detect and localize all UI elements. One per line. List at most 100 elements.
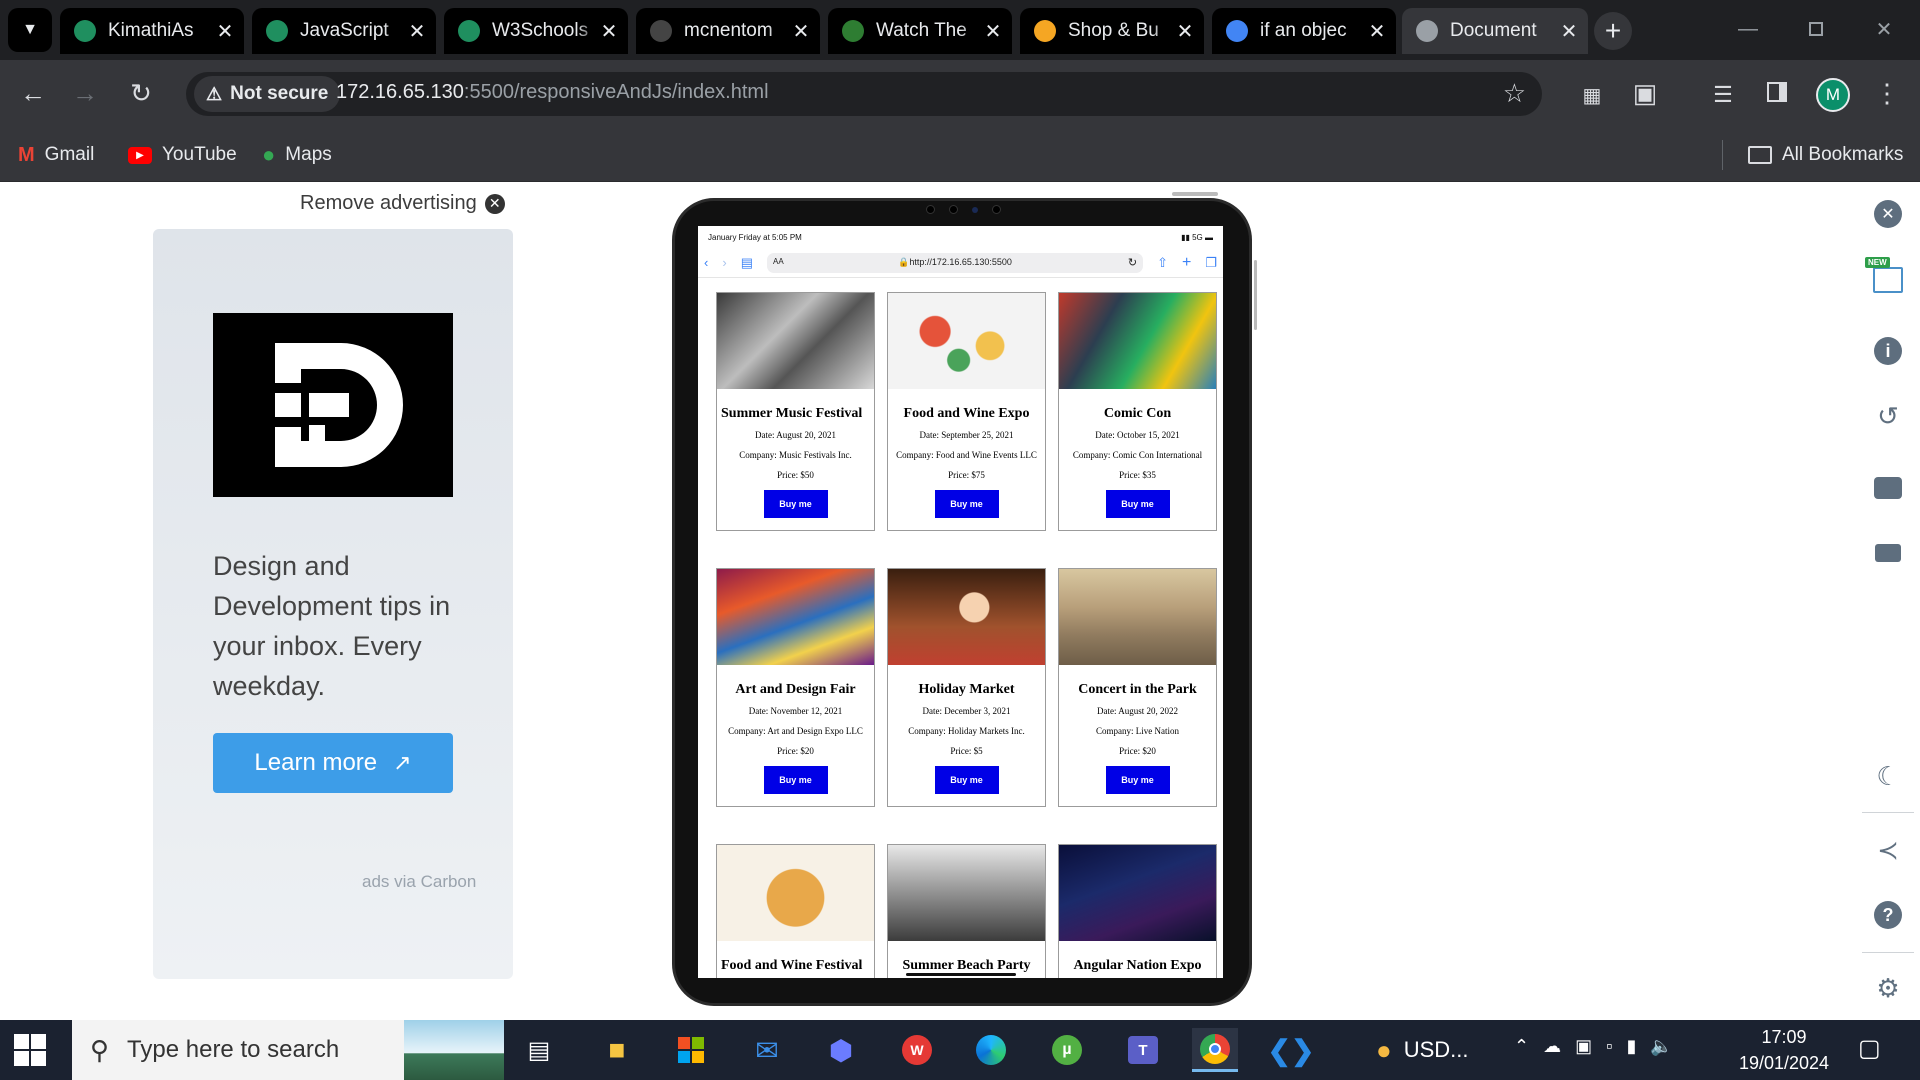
chrome-button[interactable]: [1192, 1028, 1238, 1072]
device-top-button: [1172, 192, 1218, 196]
chevron-up-icon[interactable]: ⌃: [1514, 1036, 1529, 1057]
learn-more-button[interactable]: Learn more ↗: [213, 733, 453, 793]
tab-close-icon[interactable]: ✕: [984, 19, 1002, 44]
bookmark-label: Maps: [285, 144, 332, 165]
tab-7[interactable]: Document ✕: [1402, 8, 1588, 54]
profile-avatar[interactable]: M: [1816, 78, 1850, 112]
tab-0[interactable]: KimathiAs ✕: [60, 8, 244, 54]
tab-title: Document: [1450, 20, 1537, 41]
url-text[interactable]: 172.16.65.130:5500/responsiveAndJs/index…: [336, 81, 769, 104]
buy-me-button[interactable]: Buy me: [934, 490, 999, 518]
ads-via-carbon-link[interactable]: ads via Carbon: [362, 872, 476, 892]
close-window-button[interactable]: ✕: [1850, 0, 1918, 58]
edge-button[interactable]: [968, 1028, 1014, 1072]
star-outline-icon: ☆: [1502, 78, 1526, 108]
event-image: [1059, 293, 1216, 389]
ad-logo[interactable]: [213, 313, 453, 497]
extensions-button[interactable]: ▣: [1628, 80, 1662, 106]
battery-icon[interactable]: ▮: [1627, 1036, 1637, 1057]
event-title: Summer Beach Party: [902, 958, 1031, 973]
network-icon[interactable]: ▣: [1575, 1036, 1592, 1057]
dark-mode-button[interactable]: ☾: [1868, 756, 1908, 796]
camera-dots: [911, 205, 1015, 215]
tab-close-icon[interactable]: ✕: [1368, 19, 1386, 44]
remove-advertising-link[interactable]: Remove advertising ✕: [300, 192, 505, 215]
ad-copy[interactable]: Design and Development tips in your inbo…: [213, 546, 473, 706]
taskbar-search-box[interactable]: ⚲ Type here to search: [72, 1020, 504, 1080]
buy-me-button[interactable]: Buy me: [1105, 766, 1170, 794]
all-bookmarks-button[interactable]: All Bookmarks: [1748, 138, 1903, 172]
currency-widget[interactable]: ● USD...: [1376, 1030, 1469, 1070]
wps-office-button[interactable]: W: [894, 1028, 940, 1072]
tab-2[interactable]: W3Schools ✕: [444, 8, 628, 54]
address-bar[interactable]: ⚠ Not secure 172.16.65.130:5500/responsi…: [186, 72, 1542, 116]
bookmark-gmail[interactable]: M Gmail: [18, 138, 94, 172]
notifications-button[interactable]: ▢: [1858, 1034, 1881, 1063]
reload-button[interactable]: ↻: [124, 80, 158, 106]
tab-3[interactable]: mcnentom ✕: [636, 8, 820, 54]
forward-button[interactable]: →: [68, 80, 102, 106]
info-button[interactable]: i: [1868, 331, 1908, 371]
event-price: Price: $20: [1119, 746, 1156, 756]
buy-me-button[interactable]: Buy me: [763, 766, 828, 794]
volume-icon[interactable]: 🔈: [1650, 1036, 1672, 1057]
tab-close-icon[interactable]: ✕: [792, 19, 810, 44]
tab-close-icon[interactable]: ✕: [1176, 19, 1194, 44]
task-view-button[interactable]: ▤: [516, 1028, 562, 1072]
event-price: Price: $20: [777, 746, 814, 756]
tab-search-button[interactable]: ▼: [8, 8, 52, 52]
vscode-button[interactable]: ❮❯: [1268, 1028, 1315, 1072]
bookmark-youtube[interactable]: ▶ YouTube: [128, 138, 237, 172]
tab-5[interactable]: Shop & Bu ✕: [1020, 8, 1204, 54]
side-panel-button[interactable]: [1760, 80, 1794, 106]
learn-more-label: Learn more: [254, 749, 378, 776]
event-card: Holiday Market Date: December 3, 2021 Comp…: [887, 568, 1046, 807]
plus-icon: +: [1604, 15, 1622, 46]
minimize-button[interactable]: —: [1714, 0, 1782, 58]
restore-button[interactable]: [1782, 0, 1850, 58]
bookmark-maps[interactable]: ● Maps: [262, 138, 332, 172]
help-button[interactable]: ?: [1868, 895, 1908, 935]
taskbar-clock[interactable]: 17:09 19/01/2024: [1736, 1024, 1832, 1076]
bookmark-star-button[interactable]: ☆: [1503, 78, 1526, 109]
back-button[interactable]: ←: [16, 80, 50, 106]
security-chip[interactable]: ⚠ Not secure: [194, 76, 341, 112]
onedrive-icon[interactable]: ☁: [1543, 1036, 1561, 1057]
file-explorer-button[interactable]: ■: [594, 1028, 640, 1072]
record-button[interactable]: [1868, 533, 1908, 573]
screenshot-button[interactable]: [1868, 468, 1908, 508]
buy-me-button[interactable]: Buy me: [763, 490, 828, 518]
utorrent-button[interactable]: µ: [1044, 1028, 1090, 1072]
browser-menu-button[interactable]: ⋮: [1870, 80, 1904, 106]
new-tab-button[interactable]: +: [1594, 12, 1632, 50]
tab-6[interactable]: if an objec ✕: [1212, 8, 1396, 54]
tab-close-icon[interactable]: ✕: [216, 19, 234, 44]
tab-close-icon[interactable]: ✕: [408, 19, 426, 44]
teams-button[interactable]: T: [1120, 1028, 1166, 1072]
dd-logo-icon: [275, 343, 403, 467]
buy-me-button[interactable]: Buy me: [934, 766, 999, 794]
devices-button[interactable]: NEW: [1865, 257, 1908, 300]
tab-4[interactable]: Watch The ✕: [828, 8, 1012, 54]
event-image: [717, 569, 874, 665]
share-button[interactable]: ≺: [1868, 830, 1908, 870]
start-button[interactable]: [14, 1034, 46, 1066]
media-control-button[interactable]: ☰: [1706, 80, 1740, 108]
tab-close-icon[interactable]: ✕: [1560, 19, 1578, 44]
webflow-icon: [74, 20, 96, 42]
settings-button[interactable]: ⚙: [1868, 968, 1908, 1008]
meet-now-icon[interactable]: ▫: [1606, 1036, 1612, 1057]
globe-icon: [1416, 20, 1438, 42]
store-button[interactable]: [668, 1028, 714, 1072]
tab-1[interactable]: JavaScript ✕: [252, 8, 436, 54]
app-hexagon-button[interactable]: ⬢: [818, 1028, 864, 1072]
extension-translate-button[interactable]: ▦: [1575, 80, 1609, 109]
buy-me-button[interactable]: Buy me: [1105, 490, 1170, 518]
close-viewer-button[interactable]: ✕: [1868, 194, 1908, 234]
taskbar-search-placeholder: Type here to search: [127, 1036, 340, 1063]
clock-date: 19/01/2024: [1738, 1053, 1830, 1073]
rotate-button[interactable]: ↺: [1868, 396, 1908, 436]
tab-close-icon[interactable]: ✕: [600, 19, 618, 44]
mail-button[interactable]: ✉: [744, 1028, 790, 1072]
currency-label: USD...: [1403, 1037, 1469, 1062]
